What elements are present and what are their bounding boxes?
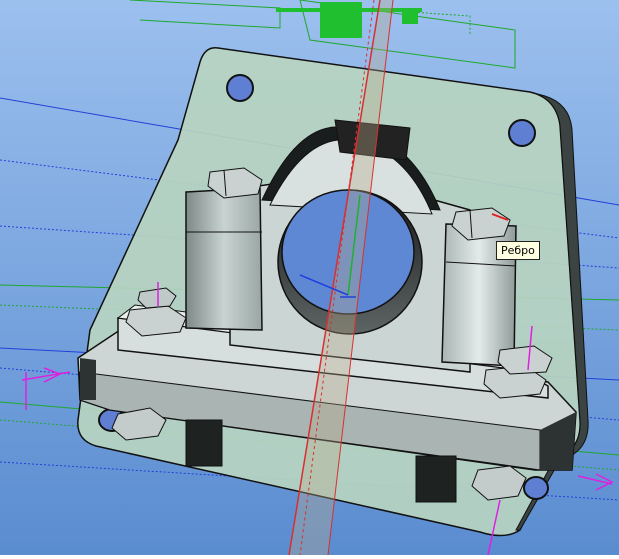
3d-viewport[interactable]: Ребро xyxy=(0,0,619,556)
edge-tooltip: Ребро xyxy=(496,241,540,260)
model-scene[interactable] xyxy=(0,0,619,556)
left-boss[interactable] xyxy=(185,187,263,331)
lower-clamp-bar-dark xyxy=(80,358,96,400)
